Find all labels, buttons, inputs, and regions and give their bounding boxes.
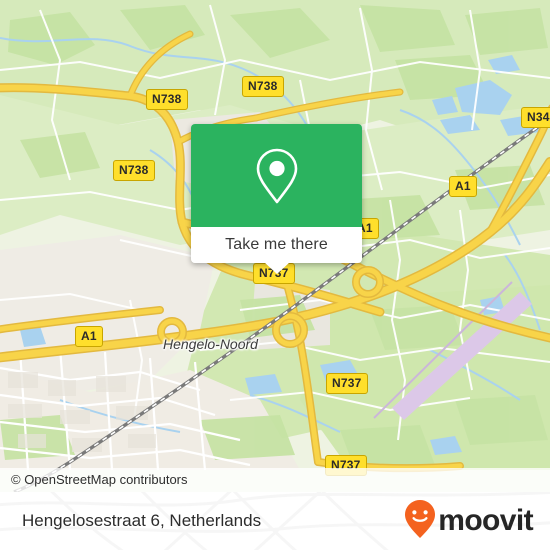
place-label-hengelo-noord: Hengelo-Noord [163, 336, 258, 352]
callout-icon-area [191, 124, 362, 227]
moovit-logo[interactable]: moovit [404, 492, 534, 550]
map-canvas[interactable]: N738 N738 N738 N342 A1 A1 N737 A1 N737 N… [0, 0, 550, 492]
take-me-there-callout[interactable]: Take me there [191, 124, 362, 274]
road-shield[interactable]: N342 [521, 107, 550, 128]
map-attribution[interactable]: © OpenStreetMap contributors [0, 468, 550, 492]
road-shield[interactable]: A1 [449, 176, 477, 197]
footer-bar: Hengelosestraat 6, Netherlands moovit [0, 492, 550, 550]
map-pin-icon [254, 147, 300, 205]
moovit-wordmark: moovit [438, 504, 533, 537]
road-shield[interactable]: N737 [326, 373, 368, 394]
take-me-there-label: Take me there [225, 236, 328, 253]
road-shield[interactable]: N738 [146, 89, 188, 110]
address-text: Hengelosestraat 6, Netherlands [22, 511, 262, 530]
road-shield[interactable]: N738 [113, 160, 155, 181]
road-shield[interactable]: A1 [75, 326, 103, 347]
moovit-pin-icon [404, 499, 436, 544]
road-shield[interactable]: N738 [242, 76, 284, 97]
map-page: N738 N738 N738 N342 A1 A1 N737 A1 N737 N… [0, 0, 550, 550]
callout-action-bar[interactable]: Take me there [191, 227, 362, 274]
callout-pointer-tail [263, 262, 290, 274]
